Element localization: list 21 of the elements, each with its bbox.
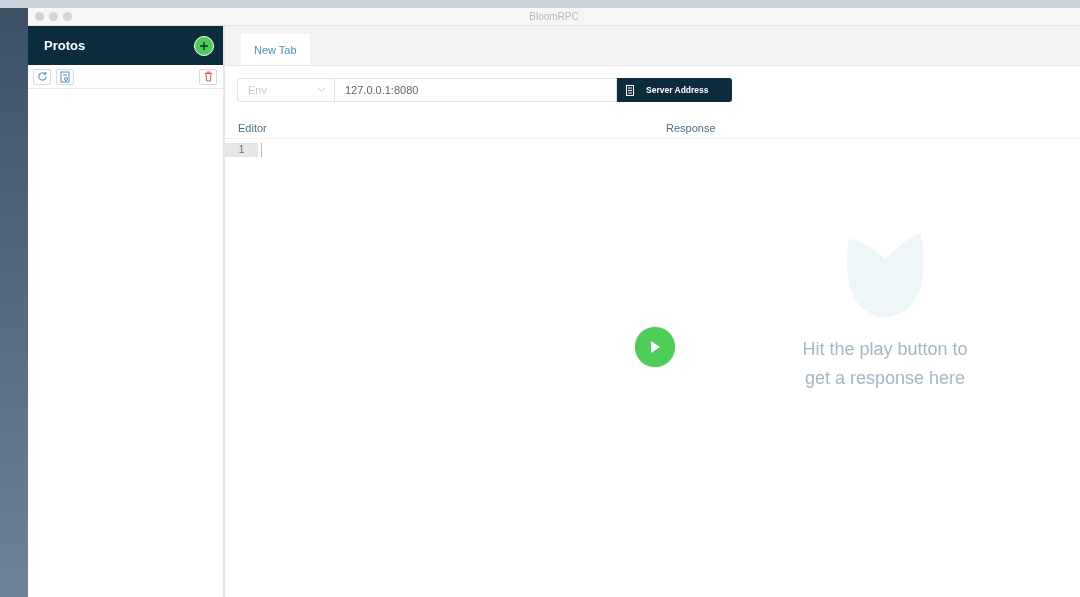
play-icon xyxy=(649,340,661,354)
chevron-down-icon xyxy=(317,87,326,93)
line-number: 1 xyxy=(225,143,258,157)
import-button[interactable] xyxy=(56,68,74,85)
file-search-icon xyxy=(60,70,70,83)
sidebar-title: Protos xyxy=(44,38,86,53)
play-button[interactable] xyxy=(635,327,675,367)
delete-button[interactable] xyxy=(199,68,217,85)
plus-icon xyxy=(199,40,209,51)
tab[interactable]: New Tab xyxy=(241,34,310,65)
address-field[interactable]: 127.0.0.1:8080 xyxy=(335,78,617,102)
document-icon xyxy=(626,84,634,96)
editor-label: Editor xyxy=(237,122,268,134)
trash-icon xyxy=(203,71,213,82)
reload-icon xyxy=(36,71,48,82)
reload-button[interactable] xyxy=(33,68,51,85)
empty-response-hint: Hit the play button to get a response here xyxy=(801,338,969,390)
add-button[interactable] xyxy=(194,35,214,56)
window-title: BloomRPC xyxy=(529,11,579,22)
server-address-button[interactable]: Server Address xyxy=(617,78,732,102)
response-label: Response xyxy=(666,122,716,134)
